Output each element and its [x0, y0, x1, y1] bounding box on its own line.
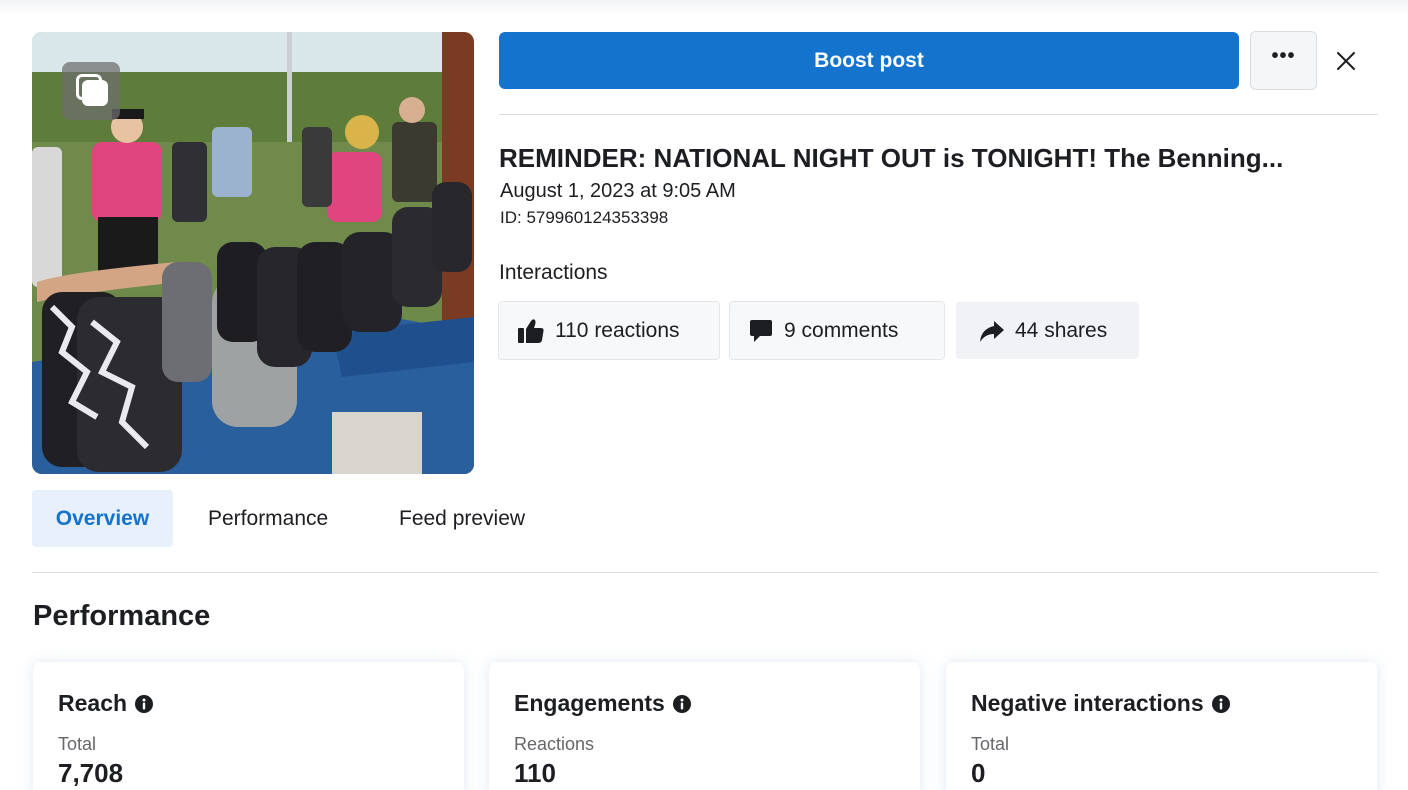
- post-title: REMINDER: NATIONAL NIGHT OUT is TONIGHT!…: [499, 143, 1284, 173]
- interactions-heading: Interactions: [499, 261, 608, 284]
- header-divider: [499, 114, 1378, 115]
- post-date: August 1, 2023 at 9:05 AM: [500, 180, 736, 202]
- reach-card-subtitle: Total: [58, 734, 97, 754]
- post-id: ID: 579960124353398: [500, 208, 669, 227]
- negative-interactions-card-heading: Negative interactions: [971, 690, 1230, 717]
- tabs-divider: [32, 572, 1378, 573]
- tab-feed-preview[interactable]: Feed preview: [399, 490, 525, 547]
- engagements-card-title: Engagements: [514, 690, 665, 716]
- boost-post-button[interactable]: Boost post: [499, 32, 1239, 89]
- reach-card-heading: Reach: [58, 690, 154, 717]
- engagements-card-subtitle: Reactions: [514, 734, 595, 754]
- tab-performance[interactable]: Performance: [208, 490, 328, 547]
- performance-section-title: Performance: [33, 600, 211, 632]
- engagements-card-value: 110: [514, 758, 556, 788]
- multiple-photos-icon: [62, 62, 120, 120]
- more-options-icon: •••: [1271, 45, 1296, 67]
- engagements-card: Engagements Reactions 110: [489, 662, 920, 790]
- negative-interactions-card-value: 0: [971, 758, 986, 788]
- info-icon[interactable]: [1211, 694, 1230, 713]
- engagements-card-heading: Engagements: [514, 690, 691, 717]
- reactions-chip[interactable]: 110 reactions: [498, 301, 720, 360]
- negative-interactions-card: Negative interactions Total 0: [946, 662, 1377, 790]
- more-options-button[interactable]: •••: [1250, 31, 1317, 90]
- tab-overview[interactable]: Overview: [32, 490, 173, 547]
- reach-card: Reach Total 7,708: [33, 662, 464, 790]
- thumbs-up-icon: [518, 318, 544, 343]
- share-arrow-icon: [980, 320, 1004, 342]
- shares-count: 44 shares: [1015, 318, 1108, 342]
- info-icon[interactable]: [672, 694, 691, 713]
- negative-interactions-card-subtitle: Total: [971, 734, 1010, 754]
- comments-count: 9 comments: [784, 318, 899, 342]
- reactions-count: 110 reactions: [555, 318, 680, 342]
- comment-icon: [750, 319, 772, 342]
- post-photo[interactable]: [32, 32, 474, 474]
- reach-card-value: 7,708: [58, 758, 124, 788]
- close-button[interactable]: [1326, 44, 1366, 78]
- shares-chip[interactable]: 44 shares: [956, 302, 1139, 359]
- negative-interactions-card-title: Negative interactions: [971, 690, 1204, 716]
- info-icon[interactable]: [135, 694, 154, 713]
- close-icon: [1337, 52, 1355, 70]
- window-top-edge: [0, 0, 1408, 14]
- reach-card-title: Reach: [58, 690, 128, 716]
- comments-chip[interactable]: 9 comments: [729, 301, 945, 360]
